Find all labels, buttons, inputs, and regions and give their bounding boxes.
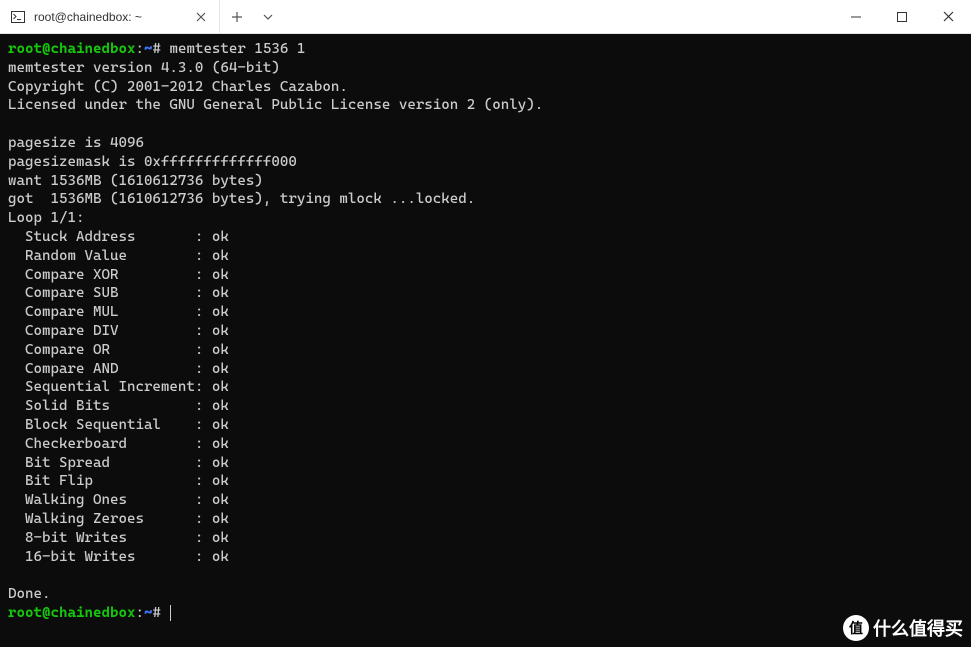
terminal-tab[interactable]: root@chainedbox: ~ (0, 0, 220, 34)
watermark-badge: 值 (843, 615, 869, 641)
test-results-list: Stuck Address : ok Random Value : ok Com… (8, 228, 963, 566)
tab-title: root@chainedbox: ~ (34, 10, 185, 24)
maximize-button[interactable] (879, 0, 925, 34)
prompt-symbol: # (152, 605, 161, 621)
prompt-userhost: root@chainedbox (8, 605, 135, 621)
terminal-window: root@chainedbox: ~ root@chainedbox:~# me… (0, 0, 971, 647)
close-button[interactable] (925, 0, 971, 34)
watermark: 值 什么值得买 (843, 615, 963, 641)
output-license: Licensed under the GNU General Public Li… (8, 97, 543, 113)
watermark-text: 什么值得买 (873, 615, 963, 641)
output-version: memtester version 4.3.0 (64-bit) (8, 60, 280, 76)
output-pagesize: pagesize is 4096 (8, 135, 144, 151)
output-done: Done. (8, 586, 50, 602)
tab-dropdown-button[interactable] (254, 0, 282, 34)
output-want: want 1536MB (1610612736 bytes) (8, 173, 263, 189)
terminal-icon (10, 9, 26, 25)
output-copyright: Copyright (C) 2001-2012 Charles Cazabon. (8, 79, 348, 95)
prompt-symbol: # (152, 41, 161, 57)
output-got: got 1536MB (1610612736 bytes), trying ml… (8, 191, 475, 207)
command-text: memtester 1536 1 (169, 41, 305, 57)
prompt-sep: : (135, 605, 144, 621)
tab-close-button[interactable] (193, 9, 209, 25)
new-tab-button[interactable] (220, 0, 254, 34)
minimize-button[interactable] (833, 0, 879, 34)
output-pagesizemask: pagesizemask is 0xfffffffffffff000 (8, 154, 297, 170)
output-loop: Loop 1/1: (8, 210, 84, 226)
prompt-sep: : (135, 41, 144, 57)
terminal-content[interactable]: root@chainedbox:~# memtester 1536 1 memt… (0, 34, 971, 647)
titlebar: root@chainedbox: ~ (0, 0, 971, 34)
cursor (170, 605, 171, 621)
prompt-userhost: root@chainedbox (8, 41, 135, 57)
